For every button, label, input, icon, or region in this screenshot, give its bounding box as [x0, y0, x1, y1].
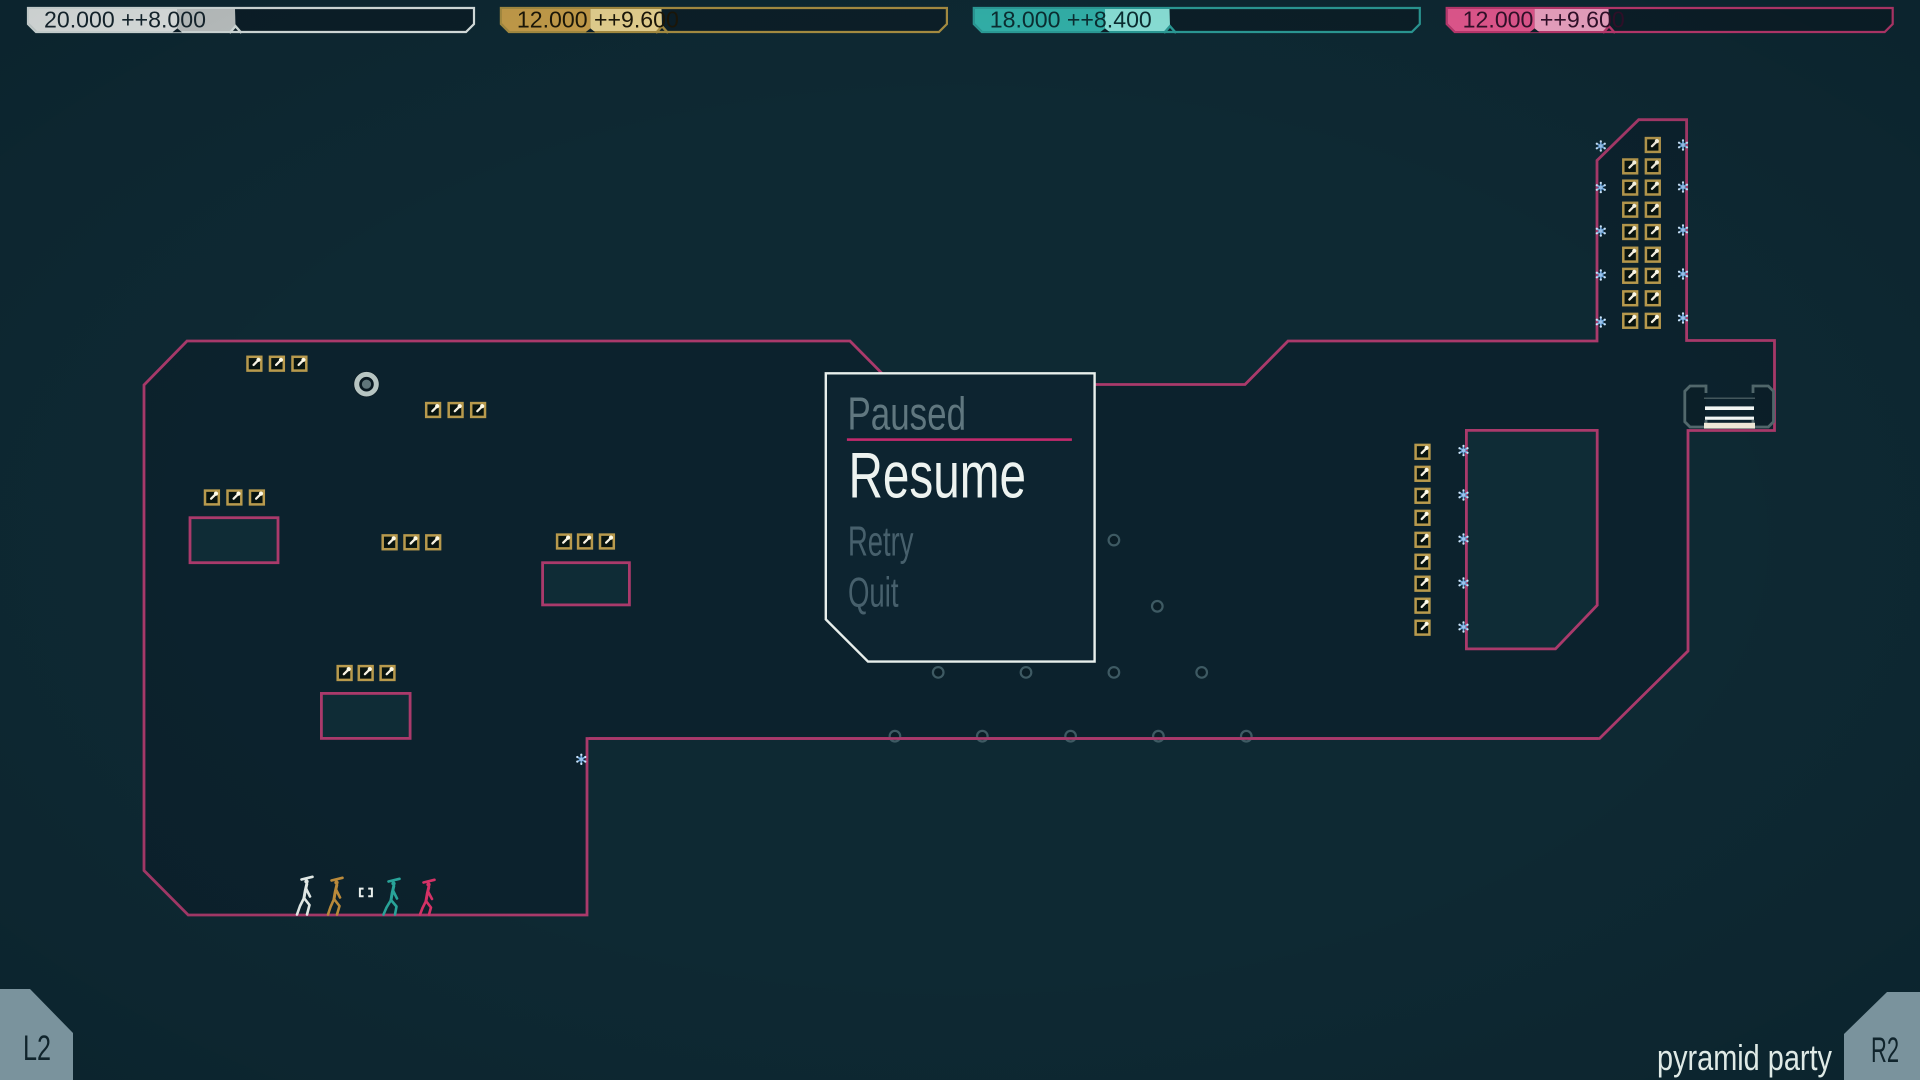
svg-text:pyramid party: pyramid party [1657, 1037, 1832, 1078]
svg-text:R2: R2 [1871, 1031, 1899, 1070]
svg-text:L2: L2 [23, 1029, 51, 1068]
